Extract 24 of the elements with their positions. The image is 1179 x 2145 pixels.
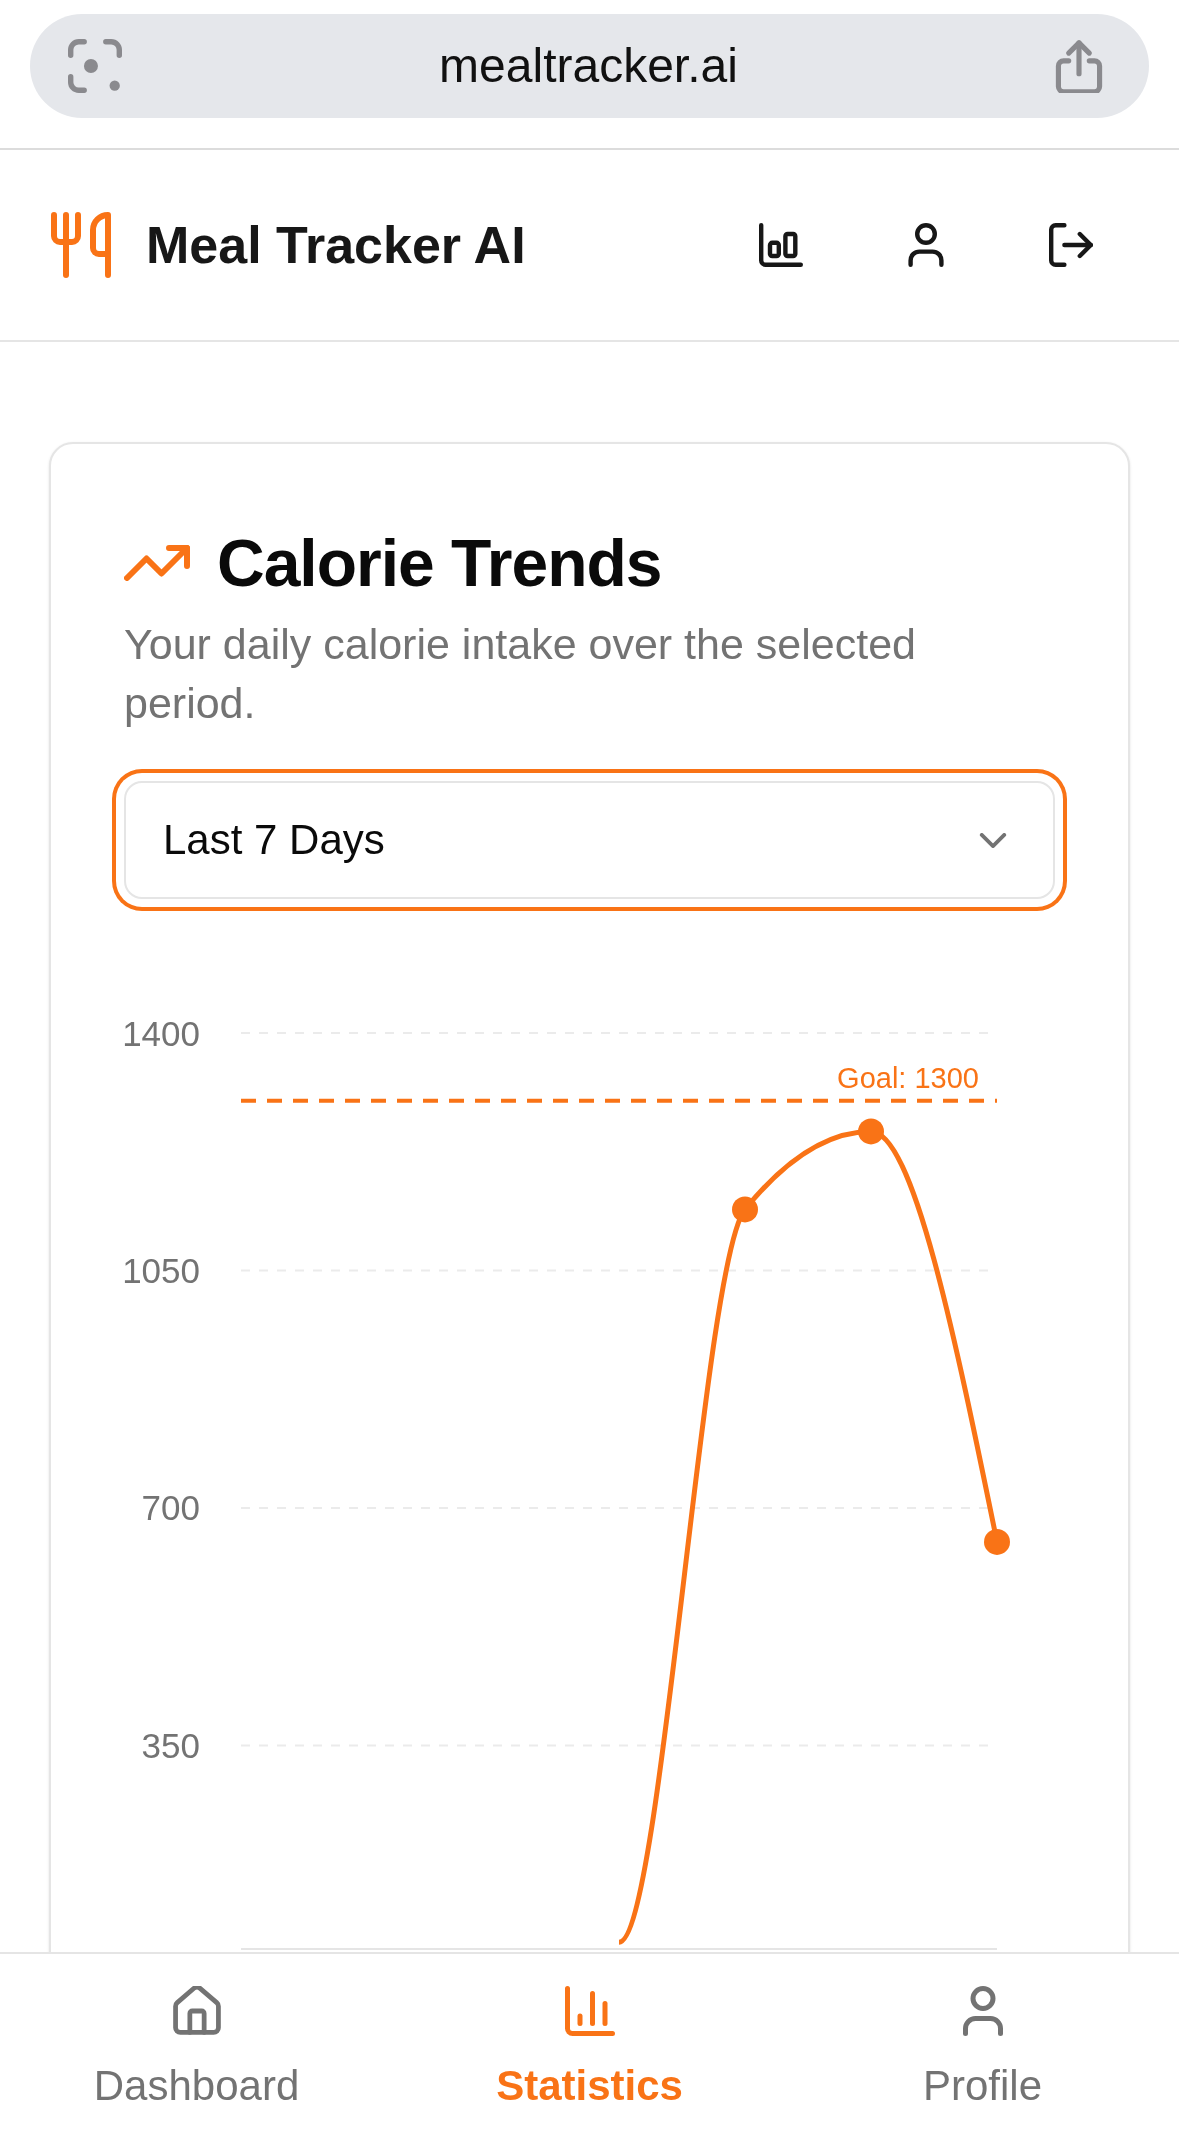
fork-and-knife-icon (51, 212, 111, 278)
goal-label: Goal: 1300 (837, 1061, 979, 1094)
nav-tab[interactable]: Dashboard (93, 1954, 300, 2128)
share-icon[interactable] (1055, 39, 1103, 93)
data-point (732, 1196, 758, 1223)
card-description: Your daily calorie intake over the selected period. (124, 619, 917, 729)
bar-chart-icon (564, 1986, 615, 2036)
y-axis-label: 700 (141, 1488, 200, 1528)
logout-icon[interactable] (1049, 223, 1093, 267)
address-bar[interactable]: mealtracker.ai (30, 14, 1149, 118)
app-title: Meal Tracker AI (146, 215, 526, 275)
home-icon (171, 1986, 222, 2036)
url-text[interactable]: mealtracker.ai (122, 38, 1055, 94)
y-axis-label: 350 (141, 1725, 200, 1765)
nav-tab[interactable]: Profile (922, 1954, 1043, 2128)
y-axis-label: 1400 (124, 1013, 200, 1053)
bar-chart-icon[interactable] (759, 223, 803, 267)
trending-up-icon (124, 545, 190, 581)
data-point (984, 1528, 1010, 1555)
card-title: Calorie Trends (217, 527, 662, 599)
data-point (858, 1118, 884, 1145)
y-axis-label: 1050 (124, 1251, 200, 1290)
lens-camera-icon[interactable] (68, 39, 122, 93)
chevron-down-icon (979, 832, 1007, 848)
